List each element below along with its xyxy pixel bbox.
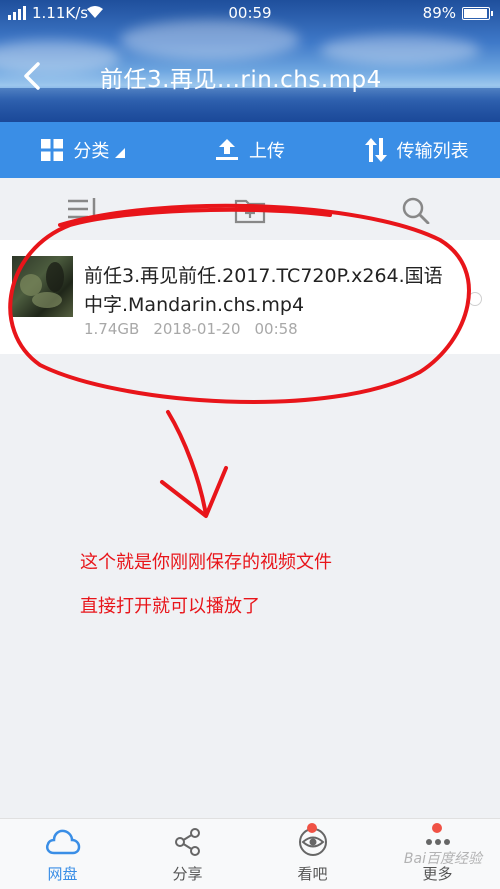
nav-share[interactable]: 分享 — [125, 819, 250, 889]
nav-label: 分享 — [172, 865, 203, 883]
back-icon[interactable] — [18, 58, 48, 94]
annotation-line-1: 这个就是你刚刚保存的视频文件 — [80, 552, 332, 573]
file-list-item[interactable]: 前任3.再见前任.2017.TC720P.x264.国语中字.Mandarin.… — [0, 240, 500, 354]
category-button[interactable]: 分类 — [0, 122, 167, 178]
page-title: 前任3.再见...rin.chs.mp4 — [100, 67, 382, 93]
notification-badge — [432, 823, 442, 833]
nav-label: 网盘 — [47, 865, 78, 883]
video-thumbnail — [12, 256, 73, 317]
header-banner: 1.11K/s 00:59 89% 前任3.再见...rin.chs.mp4 — [0, 0, 500, 122]
grid-icon — [41, 139, 64, 161]
file-size: 1.74GB — [84, 320, 140, 338]
list-tools-bar — [0, 178, 500, 240]
share-icon — [174, 828, 200, 856]
transfer-label: 传输列表 — [396, 141, 469, 162]
battery-percent: 89% — [422, 4, 456, 22]
annotation-line-2: 直接打开就可以播放了 — [80, 596, 260, 617]
file-date: 2018-01-20 — [153, 320, 241, 338]
upload-label: 上传 — [249, 141, 285, 162]
file-time: 00:58 — [254, 320, 298, 338]
transfer-icon — [364, 138, 387, 162]
nav-netdisk[interactable]: 网盘 — [0, 819, 125, 889]
new-folder-icon[interactable] — [234, 196, 266, 224]
sort-list-icon[interactable] — [66, 196, 98, 224]
category-label: 分类 — [73, 141, 110, 162]
select-radio[interactable] — [468, 292, 482, 306]
dropdown-triangle-icon — [115, 148, 126, 158]
search-icon[interactable] — [400, 196, 432, 224]
action-toolbar: 分类 上传 传输列表 — [0, 122, 500, 178]
watermark: Bai百度经验 — [403, 851, 482, 867]
upload-button[interactable]: 上传 — [167, 122, 334, 178]
file-name: 前任3.再见前任.2017.TC720P.x264.国语中字.Mandarin.… — [84, 265, 443, 316]
file-meta: 1.74GB 2018-01-20 00:58 — [84, 320, 298, 338]
transfer-list-button[interactable]: 传输列表 — [333, 122, 500, 178]
status-bar: 1.11K/s 00:59 89% — [0, 0, 500, 26]
cloud-icon — [45, 829, 80, 855]
nav-label: 看吧 — [297, 865, 328, 883]
upload-icon — [216, 139, 238, 160]
nav-watch[interactable]: 看吧 — [250, 819, 375, 889]
notification-badge — [307, 823, 317, 833]
battery-icon — [462, 7, 493, 20]
